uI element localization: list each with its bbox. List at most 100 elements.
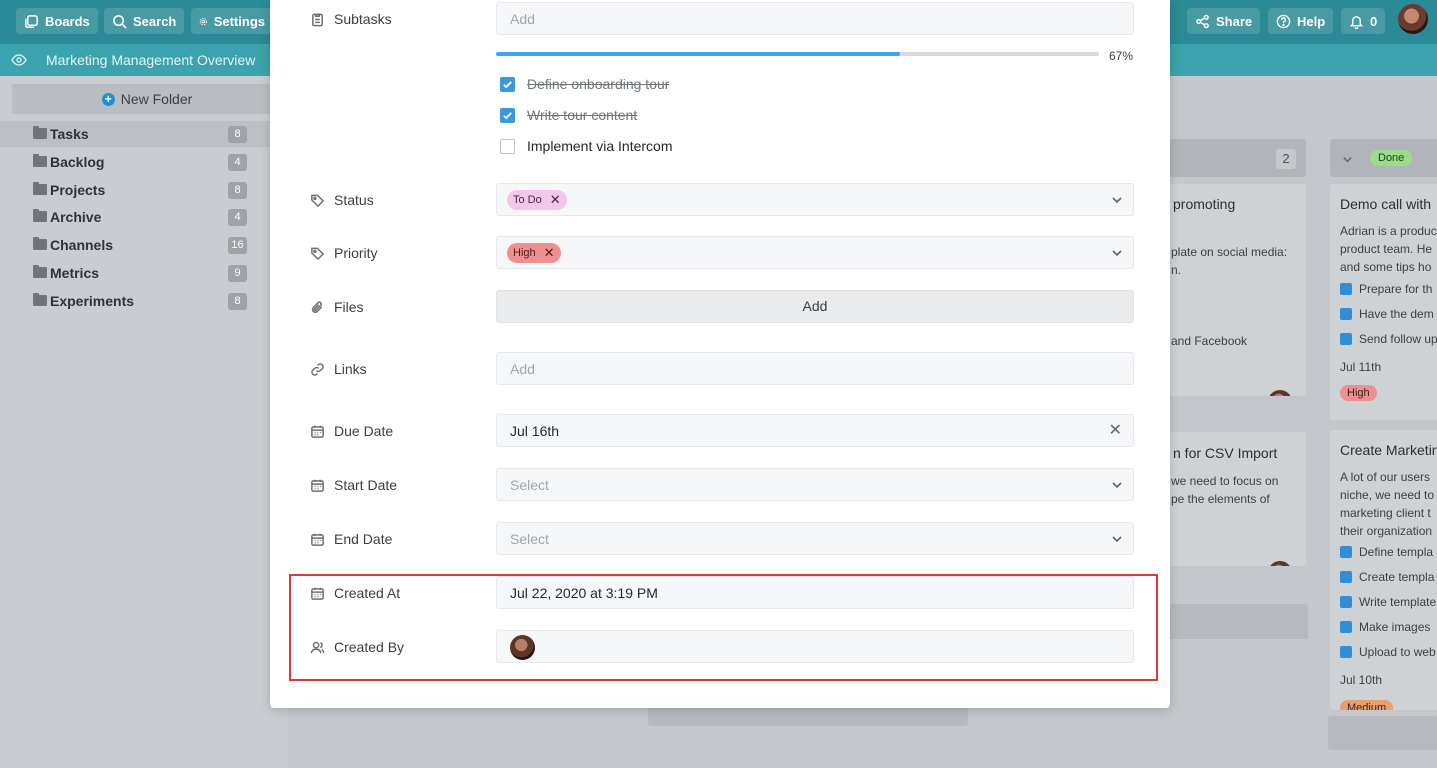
add-card-area[interactable] <box>1328 716 1437 750</box>
status-select[interactable]: To Do ✕ <box>496 183 1134 216</box>
card-text: niche, we need to <box>1340 488 1435 502</box>
board-title: Marketing Management Overview <box>46 52 256 68</box>
column-header-done: Done <box>1330 139 1437 177</box>
priority-tag: High ✕ <box>507 243 561 263</box>
card-checklist-item: Write template <box>1340 593 1436 611</box>
link-icon <box>311 362 324 376</box>
chevron-down-icon[interactable] <box>1111 479 1123 491</box>
folder-count: 8 <box>228 292 247 310</box>
card-text: pe the elements of <box>1171 492 1270 506</box>
done-badge: Done <box>1370 150 1413 166</box>
subtask-item[interactable]: Implement via Intercom <box>500 138 673 154</box>
created-at-label: Created At <box>310 585 400 601</box>
files-label: Files <box>310 299 364 315</box>
card-checklist-item: Upload to web <box>1340 643 1436 661</box>
notifications-button[interactable]: 0 <box>1341 8 1386 34</box>
check-icon <box>503 80 512 88</box>
card-title: promoting <box>1173 196 1236 212</box>
settings-label: Settings <box>213 13 265 29</box>
share-button[interactable]: Share <box>1187 8 1261 34</box>
sidebar-item-tasks[interactable]: Tasks 8 <box>0 121 288 147</box>
end-date-placeholder: Select <box>510 531 549 547</box>
subtask-progress-bar <box>496 52 1099 56</box>
sidebar-item-metrics[interactable]: Metrics 9 <box>0 260 288 286</box>
chevron-down-icon[interactable] <box>1111 194 1123 206</box>
avatar <box>1268 390 1292 396</box>
user-icon <box>310 641 325 653</box>
folder-count: 16 <box>228 236 247 254</box>
help-button[interactable]: Help <box>1268 8 1334 34</box>
subtask-checkbox[interactable] <box>500 138 515 154</box>
folder-count: 8 <box>228 125 247 143</box>
avatar <box>1268 561 1292 566</box>
sidebar-item-backlog[interactable]: Backlog 4 <box>0 149 288 175</box>
calendar-icon <box>311 533 324 546</box>
board-card[interactable]: Demo call with Adrian is a produc produc… <box>1330 184 1437 420</box>
column-header: 2 <box>1158 139 1306 177</box>
board-card[interactable]: promoting plate on social media: n. and … <box>1158 184 1306 396</box>
priority-select[interactable]: High ✕ <box>496 236 1134 269</box>
boards-icon <box>25 14 38 28</box>
clear-date-icon[interactable]: ✕ <box>1109 423 1122 439</box>
folder-name: Metrics <box>50 265 100 281</box>
subtask-item[interactable]: Write tour content <box>500 107 637 123</box>
folder-count: 4 <box>228 208 247 226</box>
end-date-label: End Date <box>310 531 392 547</box>
board-card[interactable]: n for CSV Import we need to focus on pe … <box>1158 432 1306 566</box>
sidebar-item-archive[interactable]: Archive 4 <box>0 204 288 230</box>
paperclip-icon <box>311 301 323 313</box>
remove-tag-icon[interactable]: ✕ <box>544 245 555 261</box>
folder-icon <box>33 293 47 306</box>
card-text: A lot of our users <box>1340 470 1431 484</box>
eye-icon[interactable] <box>11 52 27 68</box>
subtask-item[interactable]: Define onboarding tour <box>500 76 669 92</box>
folder-icon <box>33 265 47 278</box>
add-file-button[interactable]: Add <box>496 290 1134 323</box>
sidebar-item-projects[interactable]: Projects 8 <box>0 177 288 203</box>
end-date-select[interactable]: Select <box>496 522 1134 555</box>
card-text: and Facebook <box>1171 334 1248 348</box>
chevron-down-icon[interactable] <box>1111 533 1123 545</box>
due-date-label: Due Date <box>310 423 393 439</box>
due-date-picker[interactable]: Jul 16th ✕ <box>496 414 1134 447</box>
folder-icon <box>33 209 47 222</box>
tag-icon <box>311 194 325 207</box>
chevron-down-icon[interactable] <box>1342 154 1353 165</box>
subtask-checkbox[interactable] <box>500 76 515 92</box>
calendar-icon <box>311 425 324 438</box>
folder-name: Channels <box>50 237 114 253</box>
help-label: Help <box>1297 13 1326 29</box>
boards-button[interactable]: Boards <box>16 8 98 34</box>
settings-button[interactable]: Settings <box>191 8 273 34</box>
gear-icon <box>199 17 208 25</box>
card-text: n. <box>1171 263 1182 277</box>
links-label: Links <box>310 361 367 377</box>
folder-name: Tasks <box>50 126 89 142</box>
subtask-checkbox[interactable] <box>500 107 515 123</box>
folder-count: 9 <box>228 264 247 282</box>
start-date-label: Start Date <box>310 477 397 493</box>
sidebar-item-experiments[interactable]: Experiments 8 <box>0 288 288 314</box>
remove-tag-icon[interactable]: ✕ <box>550 192 561 208</box>
card-text: and some tips ho <box>1340 260 1432 274</box>
sidebar-item-channels[interactable]: Channels 16 <box>0 232 288 258</box>
new-folder-button[interactable]: + New Folder <box>12 84 282 114</box>
card-checklist-item: Create templa <box>1340 568 1434 586</box>
add-card-area[interactable] <box>1158 604 1308 639</box>
card-date: Jul 10th <box>1340 673 1383 687</box>
links-input[interactable]: Add <box>496 352 1134 385</box>
card-checklist-item: Send follow up <box>1340 330 1437 348</box>
chevron-down-icon[interactable] <box>1111 247 1123 259</box>
task-detail-modal: Subtasks Add 67% Define onboarding tour … <box>270 0 1170 708</box>
board-card[interactable]: Create Marketin A lot of our users niche… <box>1330 430 1437 710</box>
search-button[interactable]: Search <box>104 8 185 34</box>
start-date-select[interactable]: Select <box>496 468 1134 501</box>
priority-label: Priority <box>310 245 378 261</box>
subtask-progress-label: 67% <box>1109 49 1134 63</box>
user-avatar[interactable] <box>1398 4 1428 34</box>
new-folder-label: New Folder <box>120 91 193 107</box>
calendar-icon <box>311 587 324 600</box>
card-checklist-item: Prepare for th <box>1340 280 1432 298</box>
folder-name: Backlog <box>50 154 105 170</box>
subtask-input[interactable]: Add <box>496 2 1134 35</box>
